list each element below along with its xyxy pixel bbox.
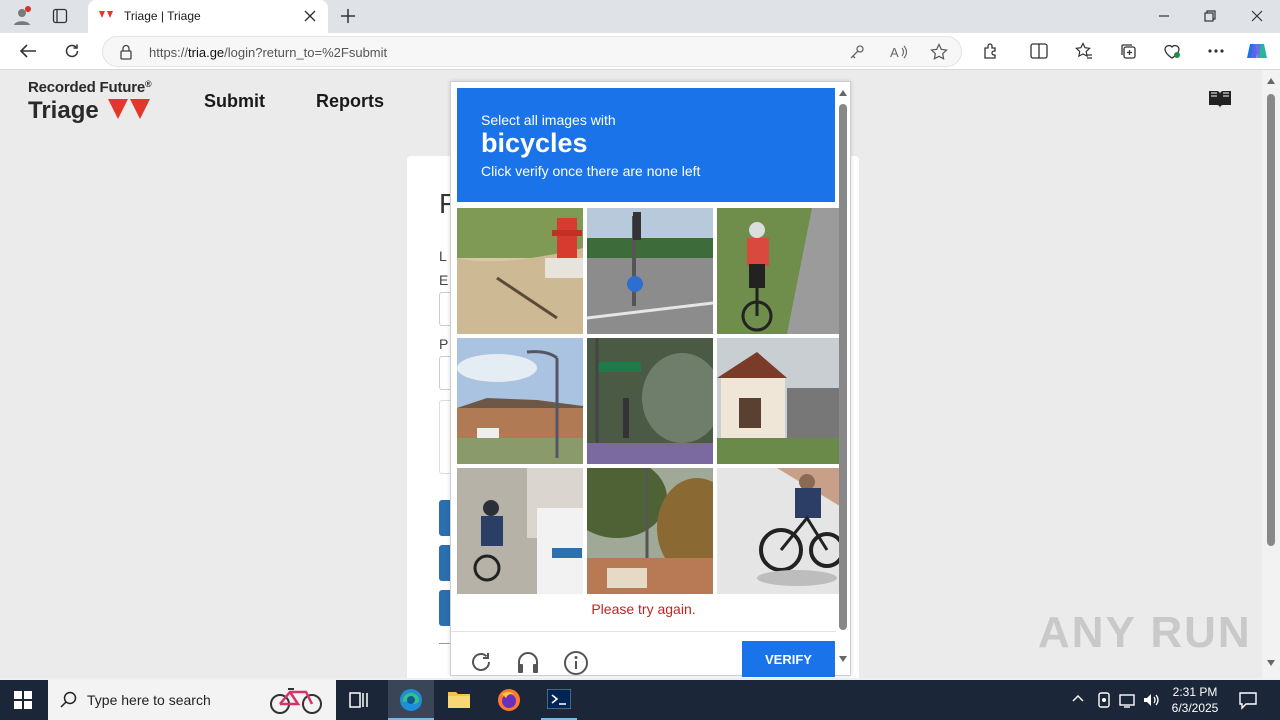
minimize-icon[interactable] — [1152, 4, 1176, 28]
info-icon[interactable] — [563, 650, 589, 676]
login-label: L — [439, 248, 447, 264]
refresh-icon[interactable] — [60, 39, 84, 63]
clock-date: 6/3/2025 — [1171, 701, 1219, 715]
brand-logo[interactable]: Recorded Future® Triage — [28, 79, 152, 124]
captcha-scroll-up-icon[interactable] — [839, 90, 847, 96]
nav-reports[interactable]: Reports — [316, 91, 384, 112]
captcha-tile[interactable] — [457, 208, 583, 334]
refresh-challenge-icon[interactable] — [469, 650, 493, 674]
profile-icon[interactable] — [10, 4, 34, 28]
anyrun-watermark: ANY RUN — [1038, 608, 1252, 657]
search-icon — [60, 691, 78, 709]
read-aloud-icon[interactable]: A — [887, 40, 911, 64]
verify-button[interactable]: VERIFY — [742, 641, 835, 677]
triage-logo-mark-icon — [108, 99, 152, 121]
captcha-header: Select all images with bicycles Click ve… — [457, 88, 835, 202]
file-explorer-icon[interactable] — [447, 688, 471, 710]
clock-time: 2:31 PM — [1172, 685, 1218, 699]
copilot-icon[interactable] — [1245, 39, 1269, 63]
captcha-tile[interactable] — [587, 338, 713, 464]
favorites-icon[interactable] — [1072, 39, 1096, 63]
tray-chevron-icon[interactable] — [1072, 694, 1084, 702]
captcha-scrollbar[interactable] — [837, 86, 849, 670]
taskbar: Type here to search 2:31 PM 6/3/2025 — [0, 680, 1280, 720]
system-clock[interactable]: 2:31 PM 6/3/2025 — [1160, 684, 1230, 716]
taskbar-search-box[interactable]: Type here to search — [48, 680, 336, 720]
captcha-prompt: Select all images with — [481, 112, 616, 128]
network-icon[interactable] — [1118, 691, 1136, 709]
favorite-star-icon[interactable] — [927, 40, 951, 64]
captcha-divider — [451, 631, 836, 632]
restore-icon[interactable] — [1198, 4, 1222, 28]
captcha-tile[interactable] — [587, 208, 713, 334]
address-bar[interactable]: https://tria.ge/login?return_to=%2Fsubmi… — [102, 36, 962, 67]
tab-triage[interactable]: Triage | Triage — [88, 0, 328, 33]
task-view-icon[interactable] — [349, 690, 369, 710]
cyclist-image — [717, 208, 843, 334]
nav-submit[interactable]: Submit — [204, 91, 265, 112]
captcha-error: Please try again. — [591, 601, 696, 617]
password-label: P — [439, 336, 449, 352]
scroll-up-arrow-icon[interactable] — [1267, 78, 1275, 84]
street-sign-image — [587, 338, 713, 464]
url-text[interactable]: https://tria.ge/login?return_to=%2Fsubmi… — [149, 45, 387, 60]
device-icon[interactable] — [1097, 691, 1111, 709]
triage-favicon-icon — [98, 10, 114, 22]
audio-challenge-icon[interactable] — [515, 649, 541, 675]
cyclist-image — [717, 468, 843, 594]
search-placeholder: Type here to search — [87, 692, 211, 708]
terminal-icon — [547, 689, 571, 709]
street-sign-image — [587, 208, 713, 334]
fire-hydrant-image — [457, 208, 583, 334]
volume-icon[interactable] — [1142, 691, 1160, 709]
docs-book-icon[interactable] — [1207, 88, 1233, 110]
close-tab-icon[interactable] — [298, 4, 322, 28]
bicycle-search-highlight-icon — [268, 684, 324, 716]
captcha-tile[interactable] — [717, 338, 843, 464]
tab-title: Triage | Triage — [124, 9, 201, 23]
browser-essentials-icon[interactable] — [1160, 39, 1184, 63]
lock-icon[interactable] — [119, 44, 133, 60]
taskbar-edge[interactable] — [388, 680, 434, 720]
new-tab-icon[interactable] — [336, 4, 360, 28]
edge-icon — [399, 688, 423, 712]
taskbar-terminal[interactable] — [541, 680, 577, 720]
cyclist-image — [457, 468, 583, 594]
captcha-scroll-down-icon[interactable] — [839, 656, 847, 662]
captcha-tile[interactable] — [457, 468, 583, 594]
collections-icon[interactable] — [1116, 39, 1140, 63]
browser-toolbar: https://tria.ge/login?return_to=%2Fsubmi… — [0, 33, 1280, 70]
captcha-target: bicycles — [481, 128, 588, 158]
street-light-image — [457, 338, 583, 464]
scroll-thumb[interactable] — [1267, 94, 1275, 546]
firefox-icon[interactable] — [497, 688, 521, 712]
svg-text:A: A — [890, 45, 899, 60]
scroll-down-arrow-icon[interactable] — [1267, 660, 1275, 666]
captcha-tile[interactable] — [717, 468, 843, 594]
tab-strip: Triage | Triage — [0, 0, 1280, 33]
captcha-challenge: Select all images with bicycles Click ve… — [450, 81, 851, 677]
windows-start-icon[interactable] — [14, 691, 32, 709]
captcha-tile[interactable] — [717, 208, 843, 334]
split-screen-icon[interactable] — [1027, 39, 1051, 63]
more-menu-icon[interactable] — [1204, 39, 1228, 63]
captcha-tile[interactable] — [587, 468, 713, 594]
notifications-icon[interactable] — [1238, 690, 1258, 710]
brand-top-text: Recorded Future — [28, 79, 146, 96]
close-window-icon[interactable] — [1245, 4, 1269, 28]
house-image — [717, 338, 843, 464]
extensions-icon[interactable] — [979, 39, 1003, 63]
street-light-image — [587, 468, 713, 594]
back-icon[interactable] — [16, 39, 40, 63]
captcha-scroll-thumb[interactable] — [839, 104, 847, 630]
page-scrollbar[interactable] — [1262, 70, 1280, 678]
brand-bottom-text: Triage — [28, 97, 99, 124]
tab-actions-icon[interactable] — [48, 4, 72, 28]
email-label: E — [439, 272, 449, 288]
captcha-hint: Click verify once there are none left — [481, 163, 701, 179]
key-icon[interactable] — [845, 40, 869, 64]
registered-mark: ® — [145, 79, 152, 89]
captcha-tile[interactable] — [457, 338, 583, 464]
